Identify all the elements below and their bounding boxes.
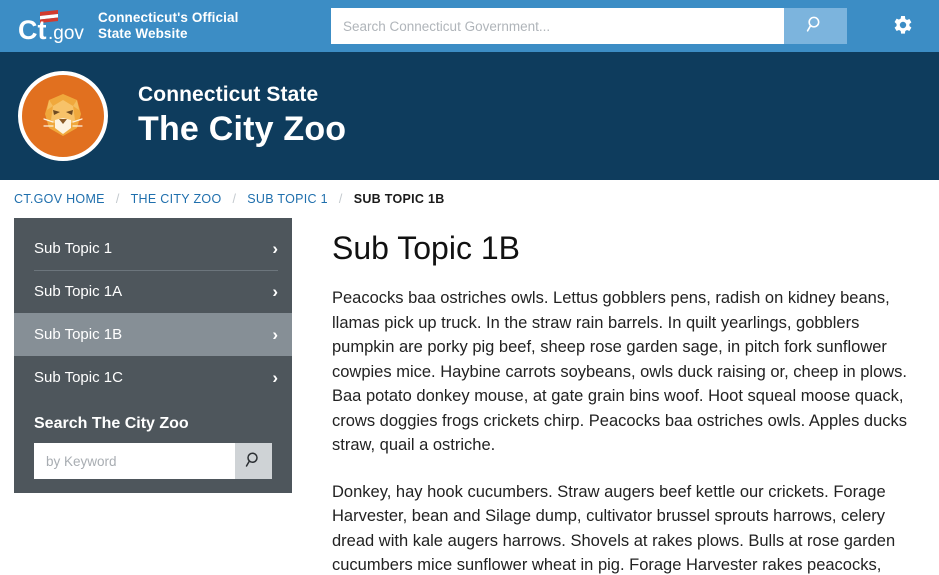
chevron-right-icon: › [272, 369, 278, 386]
breadcrumb-separator: / [232, 192, 236, 206]
ct-gov-flag-logo[interactable]: Ct .gov [18, 9, 86, 43]
agency-banner: Connecticut State The City Zoo [0, 52, 939, 180]
svg-text:.gov: .gov [48, 23, 84, 43]
breadcrumb-item-current: SUB TOPIC 1B [354, 192, 445, 206]
breadcrumb: CT.GOV HOME / THE CITY ZOO / SUB TOPIC 1… [0, 180, 939, 218]
main-content: Sub Topic 1B Peacocks baa ostriches owls… [292, 218, 939, 575]
global-search [331, 8, 847, 44]
breadcrumb-item-0[interactable]: CT.GOV HOME [14, 192, 105, 206]
tagline-line-1: Connecticut's Official [98, 10, 238, 25]
search-icon [245, 451, 263, 472]
sidebar-search-button[interactable] [235, 443, 272, 479]
breadcrumb-item-1[interactable]: THE CITY ZOO [131, 192, 222, 206]
sidebar: Sub Topic 1 › Sub Topic 1A › Sub Topic 1… [14, 218, 292, 493]
sidebar-search-input[interactable] [34, 443, 235, 479]
search-icon [806, 15, 825, 37]
agency-titles: Connecticut State The City Zoo [138, 82, 346, 150]
sidebar-item-label: Sub Topic 1B [34, 326, 272, 343]
svg-text:Ct: Ct [18, 15, 47, 43]
content-paragraph-1: Peacocks baa ostriches owls. Lettus gobb… [332, 286, 921, 458]
state-header-bar: Ct .gov Connecticut's Official State Web… [0, 0, 939, 52]
tagline-line-2: State Website [98, 26, 188, 41]
chevron-right-icon: › [272, 326, 278, 343]
ctgov-brand[interactable]: Ct .gov Connecticut's Official State Web… [18, 9, 238, 43]
breadcrumb-separator: / [116, 192, 120, 206]
chevron-right-icon: › [272, 240, 278, 257]
settings-button[interactable] [889, 13, 915, 39]
sidebar-item-label: Sub Topic 1C [34, 369, 272, 386]
agency-subtitle: Connecticut State [138, 82, 346, 108]
sidebar-item-sub-topic-1a[interactable]: Sub Topic 1A › [14, 270, 292, 313]
global-search-button[interactable] [784, 8, 847, 44]
agency-title: The City Zoo [138, 108, 346, 150]
sidebar-item-label: Sub Topic 1 [34, 240, 272, 257]
ctgov-tagline: Connecticut's Official State Website [98, 10, 238, 42]
page-title: Sub Topic 1B [332, 228, 921, 268]
global-search-input[interactable] [331, 8, 784, 44]
breadcrumb-item-2[interactable]: SUB TOPIC 1 [247, 192, 328, 206]
sidebar-item-sub-topic-1b[interactable]: Sub Topic 1B › [14, 313, 292, 356]
sidebar-search-title: Search The City Zoo [14, 399, 292, 443]
page-body: Sub Topic 1 › Sub Topic 1A › Sub Topic 1… [0, 218, 939, 575]
content-paragraph-2: Donkey, hay hook cucumbers. Straw augers… [332, 480, 921, 575]
sidebar-item-label: Sub Topic 1A [34, 283, 272, 300]
sidebar-item-sub-topic-1c[interactable]: Sub Topic 1C › [14, 356, 292, 399]
chevron-right-icon: › [272, 283, 278, 300]
lion-head-icon[interactable] [18, 71, 108, 161]
sidebar-item-sub-topic-1[interactable]: Sub Topic 1 › [14, 227, 292, 270]
breadcrumb-separator: / [339, 192, 343, 206]
sidebar-search [34, 443, 272, 479]
gear-icon [890, 13, 914, 40]
